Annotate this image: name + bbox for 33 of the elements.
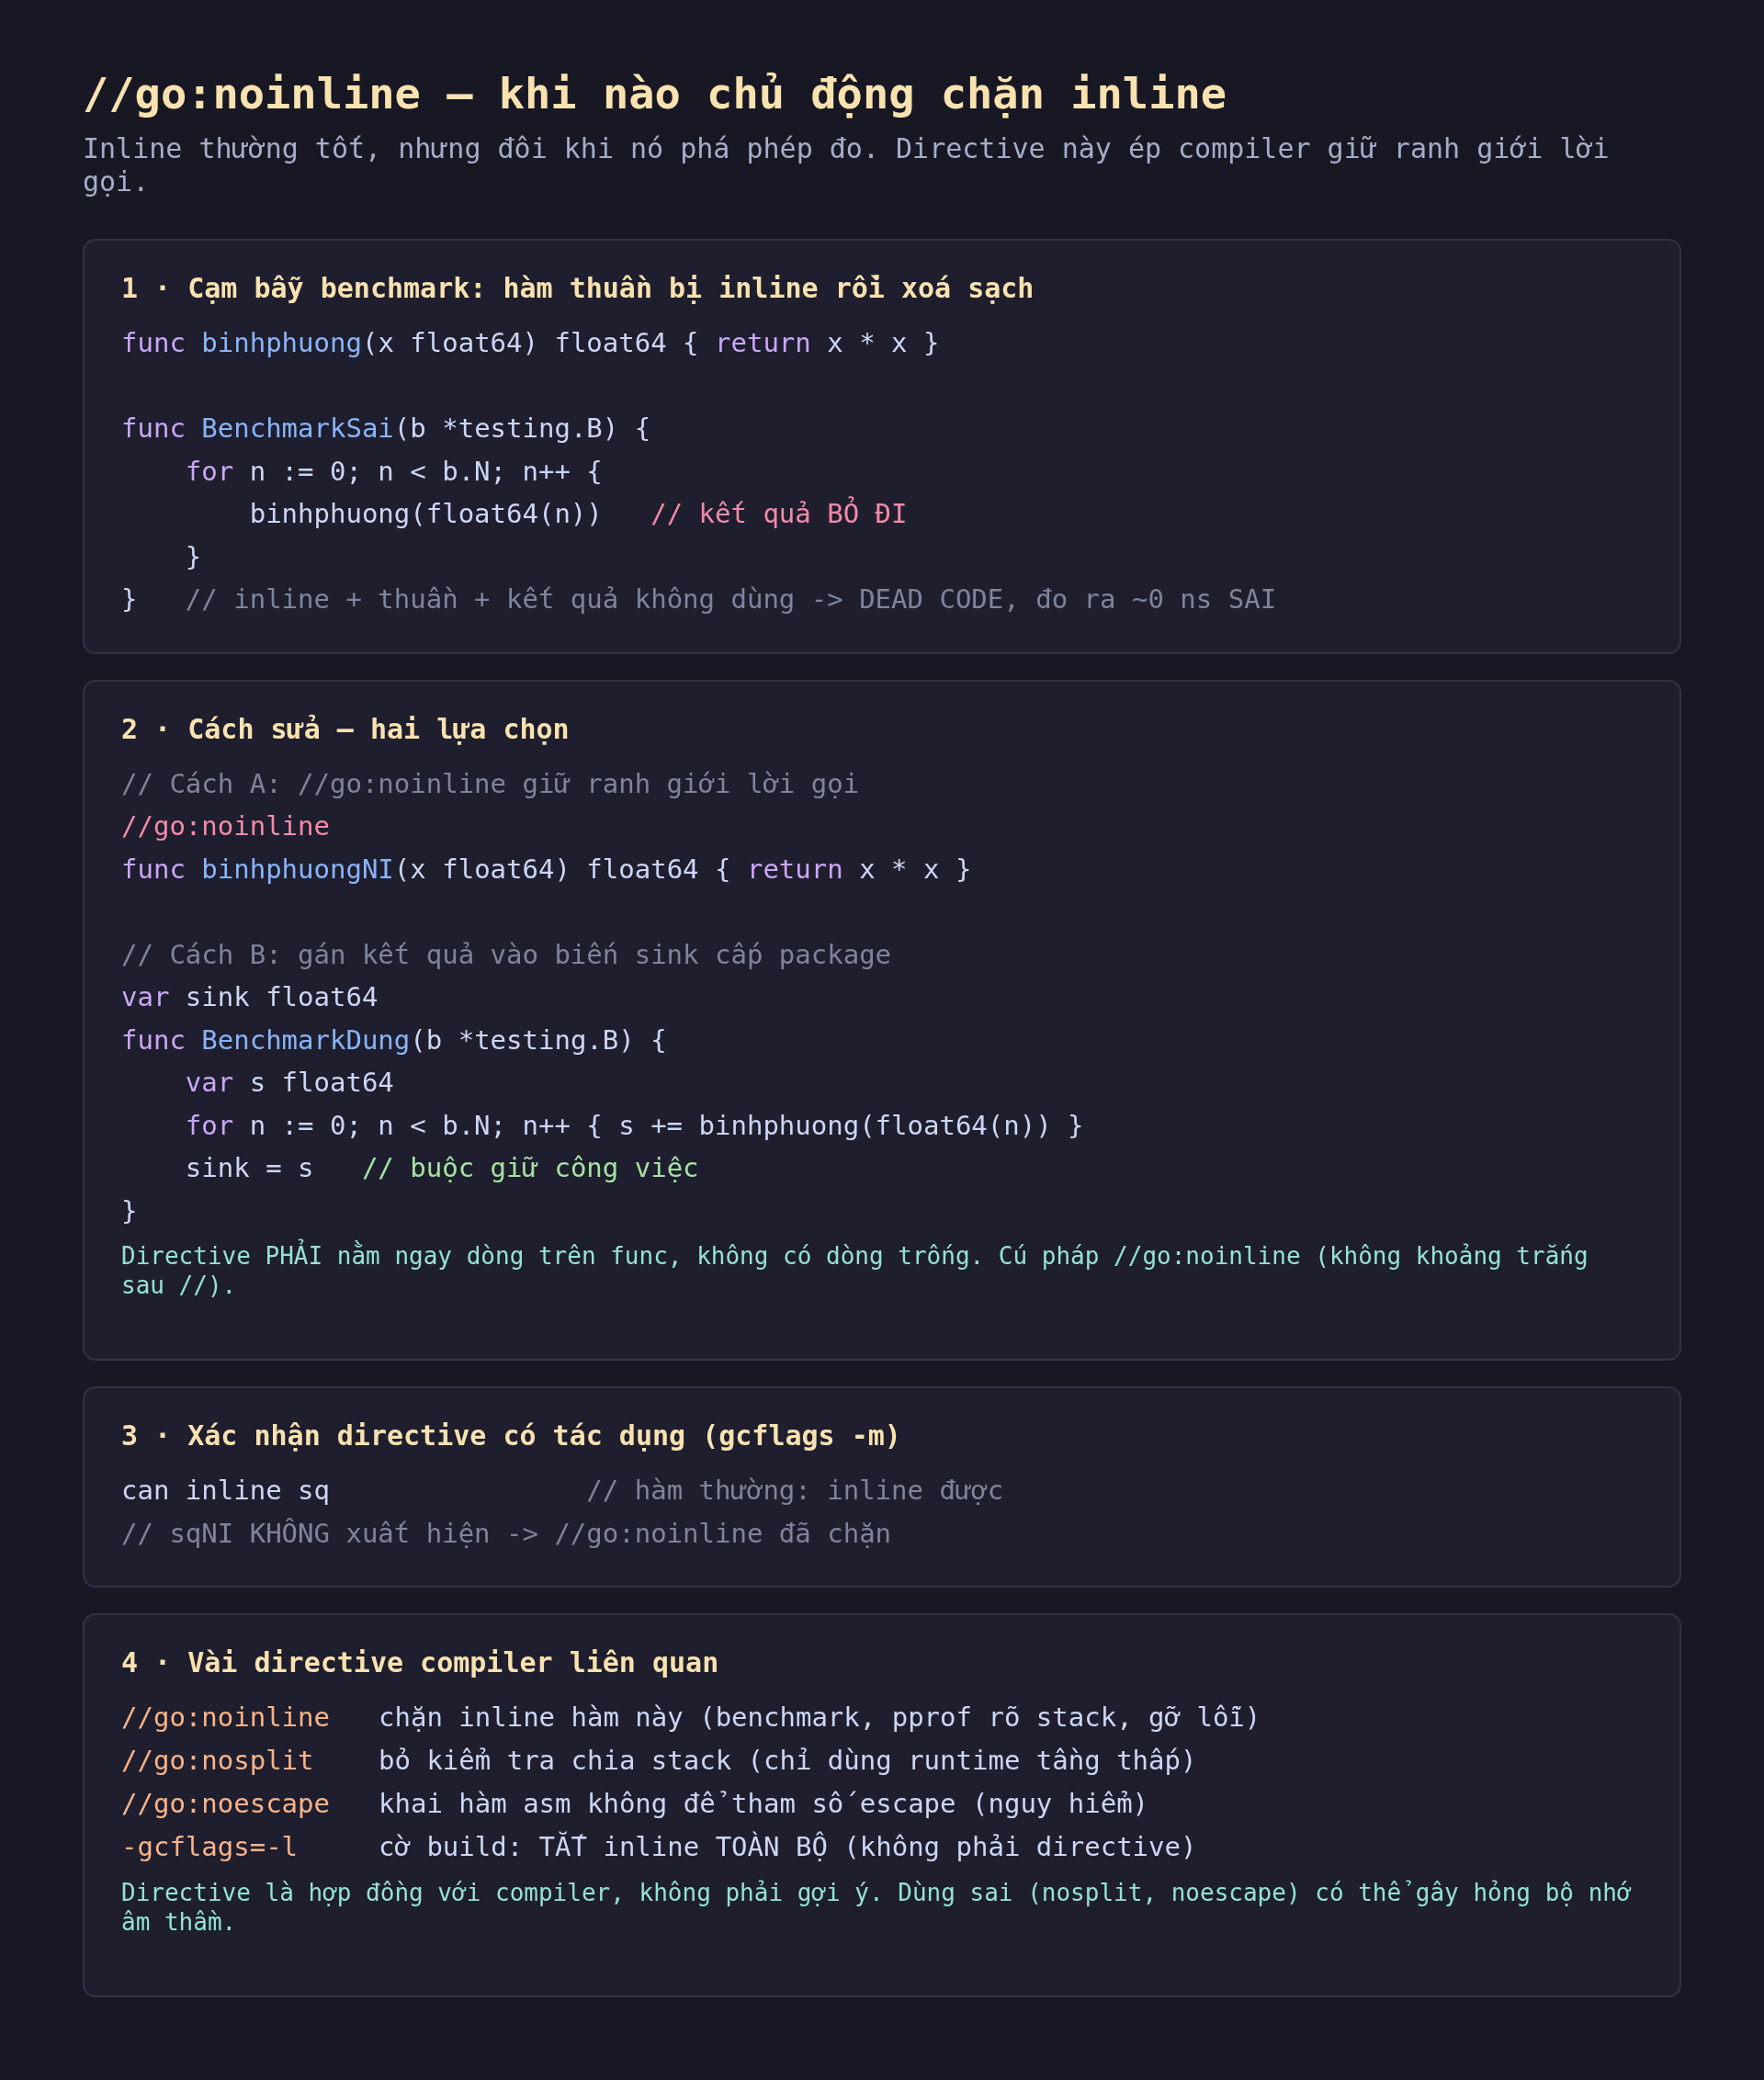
directive-description: cờ build: TẮT inline TOÀN BỘ (không phải directive)	[379, 1830, 1198, 1864]
code-line: // Cách B: gán kết quả vào biến sink cấp package	[121, 937, 893, 972]
section-heading: 4 · Vài directive compiler liên quan	[121, 1645, 720, 1680]
code-line: for n := 0; n < b.N; n++ {	[184, 454, 604, 489]
code-line: // sqNI KHÔNG xuất hiện -> //go:noinline đã chặn	[121, 1516, 893, 1551]
code-line: func BenchmarkSai(b *testing.B) {	[121, 412, 652, 446]
directive-description: bỏ kiểm tra chia stack (chỉ dùng runtime tầng thấp)	[379, 1744, 1198, 1778]
code-line: }	[121, 1193, 139, 1228]
directive-description: khai hàm asm không để tham số escape (nguy hiểm)	[379, 1787, 1150, 1821]
code-line: }	[184, 539, 203, 574]
code-line: //go:noinline	[121, 809, 331, 843]
page-title: //go:noinline — khi nào chủ động chặn inline	[83, 67, 1228, 120]
directive-name: //go:noescape	[121, 1787, 331, 1821]
code-line: // Cách A: //go:noinline giữ ranh giới lời gọi	[121, 766, 861, 801]
directive-name: //go:noinline	[121, 1701, 331, 1735]
directive-description: chặn inline hàm này (benchmark, pprof rõ stack, gỡ lỗi)	[379, 1701, 1262, 1735]
code-line: can inline sq // hàm thường: inline được	[121, 1474, 1005, 1508]
code-line: var sink float64	[121, 980, 379, 1014]
section-heading: 3 · Xác nhận directive có tác dụng (gcflags -m)	[121, 1419, 902, 1453]
section-heading: 1 · Cạm bẫy benchmark: hàm thuần bị inline rồi xoá sạch	[121, 271, 1035, 306]
directive-name: //go:nosplit	[121, 1744, 315, 1778]
code-line: var s float64	[184, 1066, 395, 1100]
code-line: func binhphuongNI(x float64) float64 { return x * x }	[121, 852, 973, 887]
code-line: } // inline + thuần + kết quả không dùng -> DEAD CODE, đo ra ~0 ns SAI	[121, 582, 1278, 616]
code-line: func binhphuong(x float64) float64 { return x * x }	[121, 326, 941, 360]
code-line: sink = s // buộc giữ công việc	[184, 1151, 700, 1185]
code-line: func BenchmarkDung(b *testing.B) {	[121, 1023, 668, 1057]
directive-name: -gcflags=-l	[121, 1830, 300, 1864]
code-line: binhphuong(float64(n)) // kết quả BỎ ĐI	[248, 495, 909, 531]
code-line: for n := 0; n < b.N; n++ { s += binhphuong(float64(n)) }	[184, 1108, 1085, 1143]
page-subtitle: Inline thường tốt, nhưng đôi khi nó phá phép đo. Directive này ép compiler giữ ranh giới lời gọi.	[83, 132, 1611, 198]
section-note: Directive là hợp đồng với compiler, không phải gợi ý. Dùng sai (nosplit, noescape) có thể gây hỏng bộ nhớ âm thầm.	[121, 1878, 1633, 1937]
section-heading: 2 · Cách sửa — hai lựa chọn	[121, 711, 571, 747]
